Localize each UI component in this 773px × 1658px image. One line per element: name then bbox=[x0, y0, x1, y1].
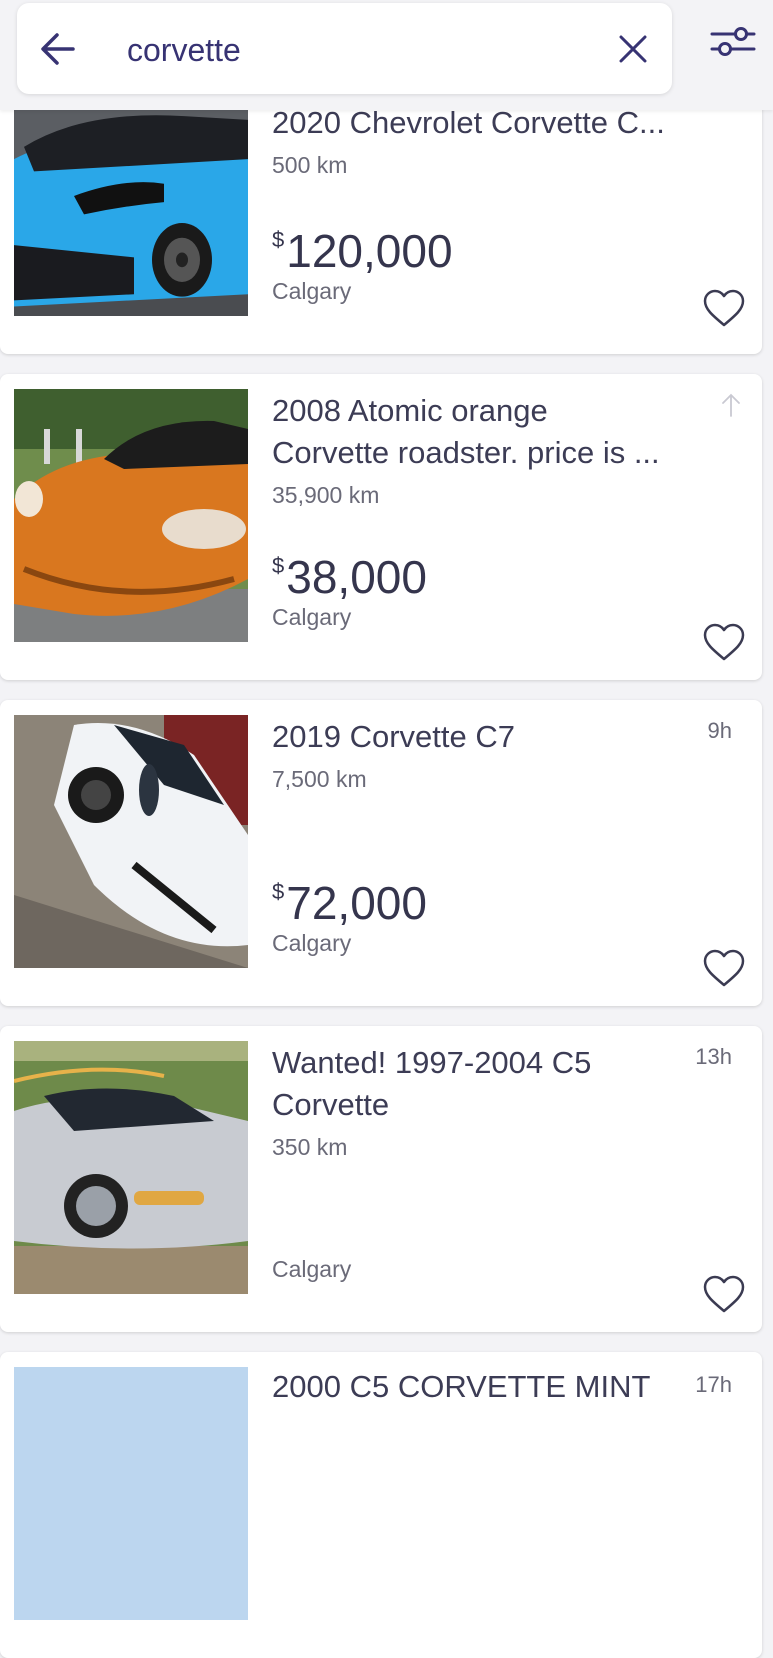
listing-location: Calgary bbox=[272, 604, 352, 630]
listing-card[interactable]: 2019 Corvette C7 9h 7,500 km $72,000 Cal… bbox=[0, 700, 762, 1006]
listing-age: 9h bbox=[707, 718, 732, 743]
listing-location: Calgary bbox=[272, 930, 352, 956]
listing-age: 13h bbox=[695, 1044, 732, 1069]
listing-age: 17h bbox=[695, 1372, 732, 1397]
listing-card[interactable]: 2000 C5 CORVETTE MINT 17h bbox=[0, 1352, 762, 1658]
listing-title: 2000 C5 CORVETTE MINT bbox=[272, 1369, 651, 1404]
listing-photo[interactable] bbox=[14, 1367, 248, 1620]
listing-photo[interactable] bbox=[14, 1041, 248, 1294]
price-value: 72,000 bbox=[286, 877, 427, 929]
heart-outline-icon[interactable] bbox=[702, 288, 746, 328]
heart-outline-icon[interactable] bbox=[702, 1274, 746, 1314]
heart-outline-icon[interactable] bbox=[702, 948, 746, 988]
listing-mileage: 350 km bbox=[272, 1134, 348, 1160]
listing-location: Calgary bbox=[272, 1256, 352, 1282]
listing-price: $120,000 bbox=[272, 214, 453, 277]
close-icon[interactable] bbox=[617, 33, 649, 65]
arrow-up-icon bbox=[722, 393, 740, 417]
listing-photo[interactable] bbox=[14, 715, 248, 968]
heart-outline-icon[interactable] bbox=[702, 622, 746, 662]
listing-photo[interactable] bbox=[14, 110, 248, 316]
listing-mileage: 35,900 km bbox=[272, 482, 380, 508]
listing-card[interactable]: Wanted! 1997-2004 C5 Corvette 13h 350 km… bbox=[0, 1026, 762, 1332]
listing-location: Calgary bbox=[272, 278, 352, 304]
listing-photo[interactable] bbox=[14, 389, 248, 642]
arrow-left-icon[interactable] bbox=[39, 30, 77, 68]
listing-title: 2019 Corvette C7 bbox=[272, 719, 515, 754]
search-input[interactable]: corvette bbox=[127, 30, 241, 70]
listing-mileage: 7,500 km bbox=[272, 766, 367, 792]
price-value: 38,000 bbox=[286, 551, 427, 603]
currency-symbol: $ bbox=[272, 227, 285, 252]
search-header: corvette bbox=[0, 0, 773, 110]
listing-price: $38,000 bbox=[272, 540, 427, 603]
sliders-icon[interactable] bbox=[710, 24, 756, 60]
search-bar[interactable]: corvette bbox=[17, 3, 672, 94]
price-value: 120,000 bbox=[286, 225, 453, 277]
listing-title: Wanted! 1997-2004 C5 Corvette bbox=[272, 1045, 592, 1122]
currency-symbol: $ bbox=[272, 553, 285, 578]
currency-symbol: $ bbox=[272, 879, 285, 904]
listing-title: 2008 Atomic orange Corvette roadster. pr… bbox=[272, 393, 660, 470]
listing-price: $72,000 bbox=[272, 866, 427, 929]
listing-mileage: 500 km bbox=[272, 152, 348, 178]
listing-card[interactable]: 2008 Atomic orange Corvette roadster. pr… bbox=[0, 374, 762, 680]
